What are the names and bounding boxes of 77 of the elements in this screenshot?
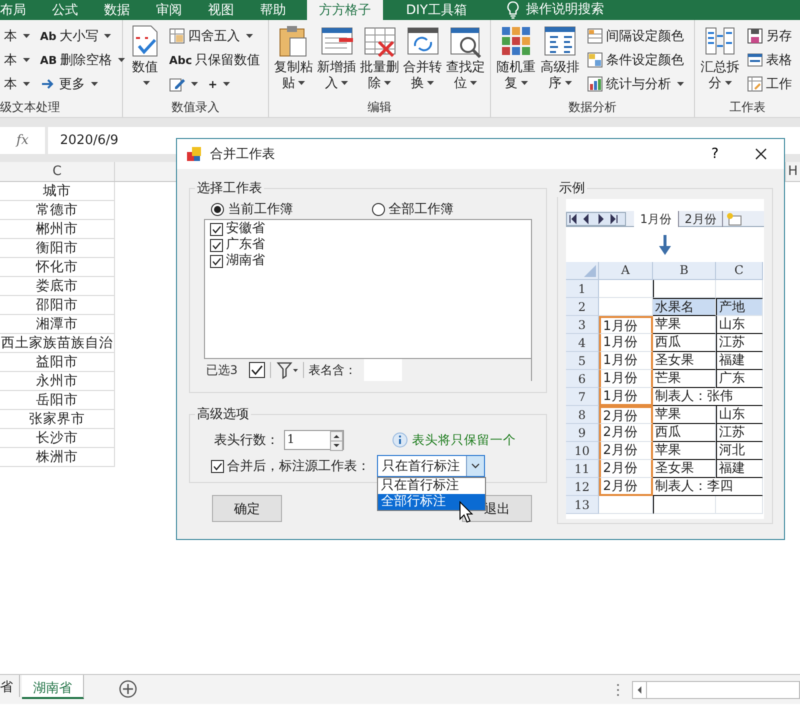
table-cell: 怀化市 <box>0 258 115 277</box>
row-number: 12 <box>566 478 599 496</box>
table-cell: 2月份 <box>599 406 653 424</box>
row-number: 1 <box>566 280 599 298</box>
checkbox-label: 合并后，标注源工作表： <box>227 458 370 475</box>
table-cell: 2月份 <box>599 442 653 460</box>
row-number: 11 <box>566 460 599 478</box>
table-cell: 1月份 <box>599 388 653 406</box>
table-cell: 福建 <box>716 460 763 478</box>
table-cell: 水果名 <box>653 298 716 316</box>
table-cell: 张家界市 <box>0 410 115 429</box>
table-cell: 长沙市 <box>0 429 115 448</box>
row-number: 7 <box>566 388 599 406</box>
table-cell: 岳阳市 <box>0 391 115 410</box>
table-cell: 郴州市 <box>0 220 115 239</box>
hint-text: 表头将只保留一个 <box>412 432 516 448</box>
option-label: 当前工作簿 <box>228 201 293 218</box>
row-number: 4 <box>566 334 599 352</box>
table-cell: 西土家族苗族自治 <box>0 334 115 353</box>
table-cell: 2月份 <box>599 478 653 496</box>
table-cell: 娄底市 <box>0 277 115 296</box>
table-cell: 1月份 <box>599 334 653 352</box>
option-label: 全部工作簿 <box>388 201 454 218</box>
table-cell: 湘潭市 <box>0 315 115 334</box>
table-cell: 广东 <box>716 370 763 388</box>
row-number: 5 <box>566 352 599 370</box>
table-cell: 1月份 <box>599 370 653 388</box>
table-cell: 城市 <box>0 182 115 201</box>
group-label: 级文本处理 <box>0 99 61 116</box>
table-cell: 产地 <box>716 298 763 316</box>
row-number: 8 <box>566 406 599 424</box>
column-header: B <box>653 262 716 280</box>
table-cell: 圣女果 <box>653 352 716 370</box>
column-header: A <box>599 262 653 280</box>
table-cell: 2月份 <box>599 460 653 478</box>
table-cell: 1月份 <box>599 316 653 334</box>
table-cell: 1月份 <box>599 352 653 370</box>
window-title: 合并工作表 <box>210 146 276 163</box>
table-cell: 株洲市 <box>0 448 115 467</box>
group-label: 工作表 <box>728 99 766 116</box>
table-cell: 2月份 <box>599 424 653 442</box>
table-cell: 江苏 <box>716 424 763 442</box>
row-number: 9 <box>566 424 599 442</box>
row-number: 13 <box>566 496 599 514</box>
row-number: 3 <box>566 316 599 334</box>
table-cell: 苹果 <box>653 442 716 460</box>
selected-count: 已选3 <box>206 362 238 378</box>
table-cell: 山东 <box>716 316 763 334</box>
group-title: 示例 <box>558 180 586 197</box>
group-title: 选择工作表 <box>196 180 263 197</box>
table-cell: 江苏 <box>716 334 763 352</box>
table-cell: 常德市 <box>0 201 115 220</box>
table-cell: 益阳市 <box>0 353 115 372</box>
field-label: 表名含： <box>308 362 357 378</box>
group-label: 数值录入 <box>170 99 220 116</box>
table-cell: 西瓜 <box>653 424 716 442</box>
table-cell: 制表人：张伟 <box>653 388 763 406</box>
row-number: 10 <box>566 442 599 460</box>
group-title: 高级选项 <box>196 406 250 423</box>
table-cell: 西瓜 <box>653 334 716 352</box>
group-label: 编辑 <box>366 99 392 116</box>
table-cell: 河北 <box>716 442 763 460</box>
row-number: 6 <box>566 370 599 388</box>
table-cell: 圣女果 <box>653 460 716 478</box>
table-cell: 制表人：李四 <box>653 478 763 496</box>
group-label: 数据分析 <box>568 99 618 116</box>
table-cell: 福建 <box>716 352 763 370</box>
table-cell: 芒果 <box>653 370 716 388</box>
column-header: C <box>716 262 763 280</box>
table-cell: 永州市 <box>0 372 115 391</box>
table-cell: 苹果 <box>653 406 716 424</box>
table-cell: 苹果 <box>653 316 716 334</box>
table-cell: 衡阳市 <box>0 239 115 258</box>
table-cell: 邵阳市 <box>0 296 115 315</box>
field-label: 表头行数： <box>214 432 280 449</box>
row-number: 2 <box>566 298 599 316</box>
table-cell: 山东 <box>716 406 763 424</box>
